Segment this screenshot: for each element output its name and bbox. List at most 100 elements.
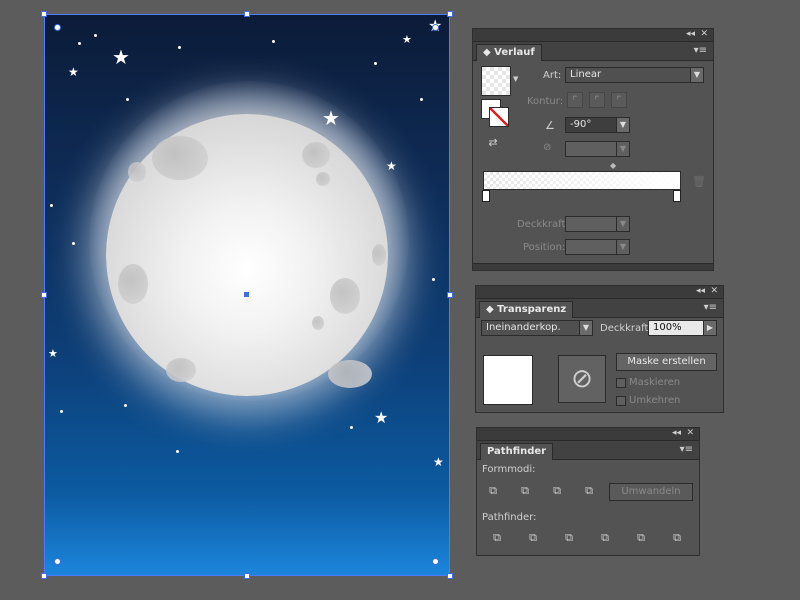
gradient-stop-right[interactable]	[673, 190, 681, 202]
tab-verlauf[interactable]: ◆ Verlauf	[476, 44, 542, 61]
moon-crater	[312, 316, 324, 330]
collapse-arrow-icon: ◆	[483, 47, 495, 58]
aspect-ratio-field[interactable]	[565, 141, 617, 157]
collapse-arrow-icon: ◆	[486, 304, 498, 315]
chevron-down-icon[interactable]: ▼	[616, 239, 630, 255]
object-thumbnail[interactable]	[483, 355, 533, 405]
resize-handle-bottom-left[interactable]	[41, 573, 47, 579]
corner-widget[interactable]	[432, 24, 439, 31]
unite-icon[interactable]: ⧉	[485, 483, 501, 499]
kontur-label: Kontur:	[527, 96, 564, 107]
panel-header: ◂◂ ✕	[477, 428, 699, 441]
chevron-right-icon[interactable]: ▶	[703, 320, 717, 336]
resize-handle-top[interactable]	[244, 11, 250, 17]
resize-handle-left[interactable]	[41, 292, 47, 298]
star-icon: ★	[374, 408, 389, 427]
panel-menu-icon[interactable]: ▾≡	[694, 45, 707, 56]
blend-mode-select[interactable]: Ineinanderkop.	[481, 320, 593, 336]
create-mask-button[interactable]: Maske erstellen	[616, 353, 717, 371]
collapse-icon[interactable]: ◂◂	[686, 29, 695, 39]
intersect-icon[interactable]: ⧉	[549, 483, 565, 499]
gradient-swatch[interactable]	[481, 66, 511, 96]
star-icon: ★	[112, 45, 130, 69]
moon-crater	[330, 278, 360, 314]
transparency-panel: ◂◂ ✕ ◆ Transparenz ▾≡ Ineinanderkop. ▼ D…	[475, 285, 724, 413]
star-dot	[178, 46, 181, 49]
outline-icon[interactable]: ⧉	[633, 530, 649, 546]
panel-menu-icon[interactable]: ▾≡	[704, 302, 717, 313]
tab-transparenz[interactable]: ◆ Transparenz	[479, 301, 574, 318]
divide-icon[interactable]: ⧉	[489, 530, 505, 546]
close-icon[interactable]: ✕	[710, 286, 718, 296]
expand-button[interactable]: Umwandeln	[609, 483, 693, 501]
star-dot	[94, 34, 97, 37]
pathfinder-label: Pathfinder:	[482, 512, 537, 523]
tab-pathfinder[interactable]: Pathfinder	[480, 443, 554, 460]
gradient-stop-left[interactable]	[482, 190, 490, 202]
merge-icon[interactable]: ⧉	[561, 530, 577, 546]
position-field[interactable]	[565, 239, 617, 255]
star-icon: ★	[386, 159, 397, 173]
no-mask-icon[interactable]: ⊘	[558, 355, 606, 403]
corner-widget[interactable]	[432, 558, 439, 565]
corner-widget[interactable]	[54, 24, 61, 31]
chevron-down-icon[interactable]: ▼	[690, 67, 704, 83]
reverse-gradient-icon[interactable]: ⇄	[485, 135, 501, 151]
star-dot	[60, 410, 63, 413]
collapse-icon[interactable]: ◂◂	[696, 286, 705, 296]
gradient-slider-bar[interactable]	[483, 171, 681, 190]
panel-resize-bar[interactable]	[473, 263, 713, 270]
aspect-ratio-icon: ⊘	[543, 142, 552, 153]
star-dot	[350, 426, 353, 429]
stroke-swatch[interactable]	[489, 107, 509, 127]
collapse-icon[interactable]: ◂◂	[672, 428, 681, 438]
chevron-down-icon[interactable]: ▼	[579, 320, 593, 336]
resize-handle-top-left[interactable]	[41, 11, 47, 17]
opacity-label: Deckkraft:	[600, 323, 652, 334]
tab-bar: ◆ Transparenz ▾≡	[476, 299, 723, 318]
position-label: Position:	[523, 242, 566, 253]
opacity-field[interactable]	[565, 216, 617, 232]
star-icon: ★	[402, 33, 412, 46]
resize-handle-top-right[interactable]	[447, 11, 453, 17]
midpoint-diamond-icon[interactable]: ◆	[610, 161, 616, 170]
close-icon[interactable]: ✕	[700, 29, 708, 39]
angle-field[interactable]: -90°	[565, 117, 617, 133]
moon-crater	[128, 162, 146, 182]
clip-checkbox[interactable]	[616, 378, 626, 388]
tab-bar: ◆ Verlauf ▾≡	[473, 42, 713, 61]
stroke-gradient-along-icon[interactable]: ⌜	[589, 92, 605, 108]
center-point	[244, 292, 249, 297]
invert-checkbox[interactable]	[616, 396, 626, 406]
trim-icon[interactable]: ⧉	[525, 530, 541, 546]
moon[interactable]	[106, 114, 388, 396]
trash-icon[interactable]: 🗑	[692, 175, 706, 188]
panel-header: ◂◂ ✕	[476, 286, 723, 299]
minus-back-icon[interactable]: ⧉	[669, 530, 685, 546]
corner-widget[interactable]	[54, 558, 61, 565]
panel-menu-icon[interactable]: ▾≡	[680, 444, 693, 455]
exclude-icon[interactable]: ⧉	[581, 483, 597, 499]
resize-handle-bottom[interactable]	[244, 573, 250, 579]
stroke-gradient-within-icon[interactable]: ⌜	[567, 92, 583, 108]
minus-front-icon[interactable]: ⧉	[517, 483, 533, 499]
moon-crater	[328, 360, 372, 388]
stroke-gradient-across-icon[interactable]: ⌜	[611, 92, 627, 108]
swatch-dropdown-icon[interactable]: ▼	[513, 75, 518, 83]
moon-crater	[316, 172, 330, 186]
resize-handle-bottom-right[interactable]	[447, 573, 453, 579]
clip-label: Maskieren	[629, 377, 681, 388]
moon-crater	[152, 136, 208, 180]
chevron-down-icon[interactable]: ▼	[616, 117, 630, 133]
star-dot	[272, 40, 275, 43]
chevron-down-icon[interactable]: ▼	[616, 216, 630, 232]
close-icon[interactable]: ✕	[686, 428, 694, 438]
opacity-field[interactable]: 100%	[648, 320, 704, 336]
chevron-down-icon[interactable]: ▼	[616, 141, 630, 157]
art-label: Art:	[543, 70, 562, 81]
moon-crater	[166, 358, 196, 382]
resize-handle-right[interactable]	[447, 292, 453, 298]
gradient-type-select[interactable]: Linear	[565, 67, 693, 83]
crop-icon[interactable]: ⧉	[597, 530, 613, 546]
star-dot	[78, 42, 81, 45]
